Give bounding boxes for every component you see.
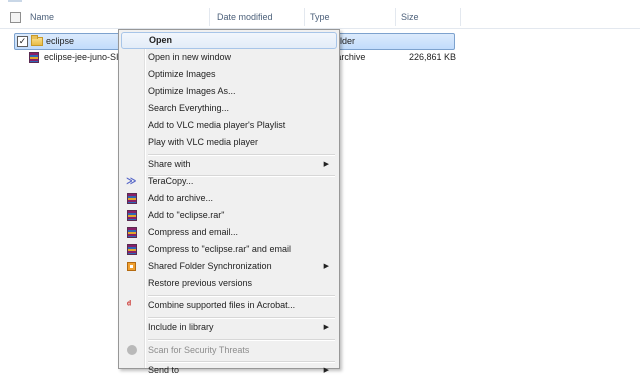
column-header: Name Date modified Type Size — [0, 6, 640, 29]
menu-item-compress-rar-email[interactable]: Compress to "eclipse.rar" and email — [121, 241, 337, 258]
file-name: eclipse-jee-juno-SI — [44, 52, 119, 62]
submenu-arrow-icon: ▶ — [323, 324, 329, 331]
column-name[interactable]: Name — [30, 6, 54, 28]
menu-item-optimize-images[interactable]: Optimize Images — [121, 66, 337, 83]
menu-item-compress-email[interactable]: Compress and email... — [121, 224, 337, 241]
menu-item-open-new-window[interactable]: Open in new window — [121, 49, 337, 66]
winrar-icon — [127, 227, 137, 238]
select-all-checkbox[interactable] — [10, 12, 21, 23]
menu-item-restore-versions[interactable]: Restore previous versions — [121, 275, 337, 292]
menu-item-combine-acrobat[interactable]: ᵈ Combine supported files in Acrobat... — [121, 297, 337, 314]
teracopy-icon: ≫ — [126, 176, 137, 187]
submenu-arrow-icon: ▶ — [323, 367, 329, 374]
column-type[interactable]: Type — [310, 6, 330, 28]
sync-icon — [127, 262, 136, 271]
winrar-icon — [127, 244, 137, 255]
menu-item-include-library[interactable]: Include in library ▶ — [121, 319, 337, 336]
menu-item-play-vlc[interactable]: Play with VLC media player — [121, 134, 337, 151]
winrar-icon — [127, 210, 137, 221]
context-menu: Open Open in new window Optimize Images … — [118, 29, 340, 375]
submenu-arrow-icon: ▶ — [323, 161, 329, 168]
file-size: 226,861 KB — [409, 52, 457, 62]
column-size[interactable]: Size — [401, 6, 419, 28]
menu-item-share-with[interactable]: Share with ▶ — [121, 156, 337, 173]
archive-icon — [29, 52, 39, 63]
row-checkbox[interactable]: ✓ — [17, 36, 28, 47]
menu-item-scan-threats[interactable]: Scan for Security Threats — [121, 342, 337, 359]
menu-item-send-to[interactable]: Send to ▶ — [121, 362, 337, 379]
menu-item-teracopy[interactable]: ≫ TeraCopy... — [121, 173, 337, 190]
acrobat-icon: ᵈ — [127, 300, 131, 311]
submenu-arrow-icon: ▶ — [323, 263, 329, 270]
menu-item-optimize-images-as[interactable]: Optimize Images As... — [121, 83, 337, 100]
menu-item-add-to-rar[interactable]: Add to "eclipse.rar" — [121, 207, 337, 224]
menu-item-shared-folder-sync[interactable]: Shared Folder Synchronization ▶ — [121, 258, 337, 275]
menu-item-open[interactable]: Open — [121, 32, 337, 49]
scan-icon — [127, 345, 137, 355]
menu-item-add-vlc-playlist[interactable]: Add to VLC media player's Playlist — [121, 117, 337, 134]
menu-separator — [148, 339, 335, 341]
column-date-modified[interactable]: Date modified — [217, 6, 273, 28]
file-name: eclipse — [46, 36, 75, 46]
menu-item-search-everything[interactable]: Search Everything... — [121, 100, 337, 117]
menu-item-add-to-archive[interactable]: Add to archive... — [121, 190, 337, 207]
file-type: lder — [340, 36, 356, 46]
folder-icon — [31, 35, 43, 46]
winrar-icon — [127, 193, 137, 204]
